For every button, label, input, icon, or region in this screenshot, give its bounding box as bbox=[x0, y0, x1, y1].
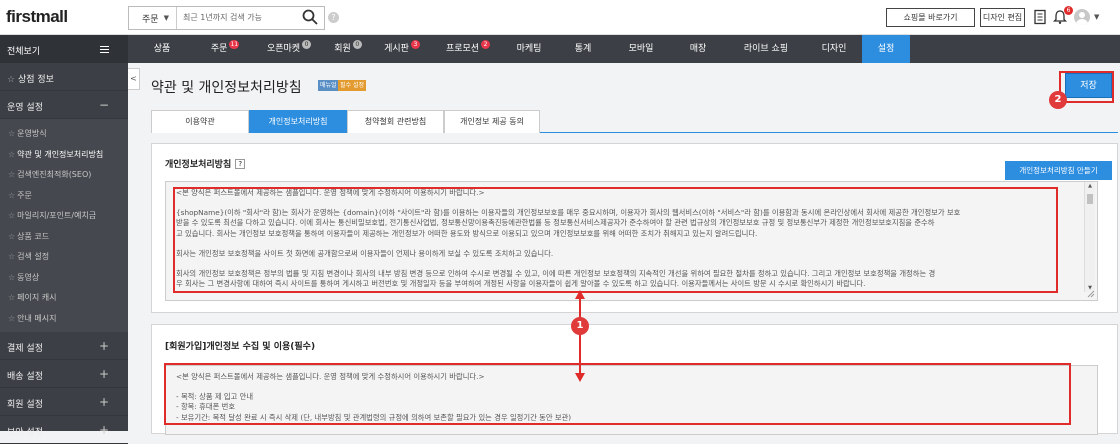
nav-design[interactable]: 디자인 bbox=[806, 35, 862, 63]
nav-orders[interactable]: 주문 11 bbox=[196, 35, 254, 63]
nav-store[interactable]: 매장 bbox=[670, 35, 726, 63]
help-icon[interactable]: ? bbox=[235, 159, 246, 169]
document-icon[interactable] bbox=[1032, 9, 1048, 25]
sidebar-item-mileage[interactable]: ☆ 마일리지/포인트/예치금 bbox=[0, 205, 128, 226]
required-setting-tag: 필수 설정 bbox=[338, 80, 366, 91]
nav-promotion[interactable]: 프로모션 2 bbox=[432, 35, 504, 63]
sidebar-section-payment[interactable]: 결제 설정 + bbox=[0, 332, 128, 360]
search-bar: 주문 ▼ 최근 1년까지 검색 가능 bbox=[128, 6, 325, 30]
member-text-highlight-box bbox=[164, 363, 1071, 425]
nav-badge: 0 bbox=[302, 40, 312, 49]
hamburger-icon[interactable] bbox=[100, 46, 109, 53]
nav-badge: 3 bbox=[410, 40, 420, 49]
tab-terms[interactable]: 이용약관 bbox=[151, 110, 249, 133]
nav-mobile[interactable]: 모바일 bbox=[612, 35, 670, 63]
manual-tag[interactable]: 매뉴얼 bbox=[318, 80, 339, 91]
design-edit-button[interactable]: 디자인 편집 bbox=[980, 8, 1025, 27]
page-title: 약관 및 개인정보처리방침 bbox=[151, 80, 302, 96]
member-panel-title: [회원가입]개인정보 수집 및 이용(필수) bbox=[165, 342, 316, 352]
sidebar-item-search-settings[interactable]: ☆ 검색 설정 bbox=[0, 246, 128, 267]
search-icon[interactable] bbox=[302, 9, 318, 25]
sidebar-item-operation-mode[interactable]: ☆ 운영방식 bbox=[0, 123, 128, 144]
nav-live-shopping[interactable]: 라이브 쇼핑 bbox=[726, 35, 806, 63]
tab-privacy-policy[interactable]: 개인정보처리방침 bbox=[249, 110, 347, 133]
search-scope-label: 주문 bbox=[142, 15, 159, 25]
search-input[interactable]: 최근 1년까지 검색 가능 bbox=[183, 12, 262, 23]
save-button[interactable]: 저장 bbox=[1065, 73, 1112, 98]
expand-icon[interactable]: + bbox=[99, 367, 109, 381]
sidebar: 전체보기 ☆ 상점 정보 운영 설정 − ☆ 운영방식 ☆ 약관 및 개인정보처리방침… bbox=[0, 35, 128, 444]
search-scope-select[interactable]: 주문 ▼ bbox=[129, 7, 177, 29]
expand-icon[interactable]: + bbox=[99, 339, 109, 353]
sidebar-section-shipping[interactable]: 배송 설정 + bbox=[0, 360, 128, 388]
sidebar-shop-info[interactable]: ☆ 상점 정보 bbox=[0, 63, 128, 91]
expand-icon[interactable]: + bbox=[99, 395, 109, 409]
sidebar-item-terms-privacy[interactable]: ☆ 약관 및 개인정보처리방침 bbox=[0, 144, 128, 165]
nav-badge: 2 bbox=[481, 40, 491, 49]
sidebar-item-guide-message[interactable]: ☆ 안내 메시지 bbox=[0, 308, 128, 329]
top-header: firstmall 주문 ▼ 최근 1년까지 검색 가능 ? 쇼핑몰 바로가기 디… bbox=[0, 0, 1120, 35]
step-marker-1: 1 bbox=[571, 317, 589, 335]
sidebar-collapse-handle[interactable]: < bbox=[128, 68, 140, 90]
collapse-icon[interactable]: − bbox=[99, 98, 109, 112]
privacy-text-highlight-box bbox=[173, 187, 1058, 293]
sidebar-item-order[interactable]: ☆ 주문 bbox=[0, 185, 128, 206]
make-privacy-policy-button[interactable]: 개인정보처리방침 만들기 bbox=[1005, 161, 1112, 180]
double-arrow-icon bbox=[575, 290, 585, 382]
sidebar-item-product-code[interactable]: ☆ 상품 코드 bbox=[0, 226, 128, 247]
sidebar-item-video[interactable]: ☆ 동영상 bbox=[0, 267, 128, 288]
search-help-icon[interactable]: ? bbox=[328, 12, 339, 23]
privacy-panel-title: 개인정보처리방침? bbox=[165, 157, 246, 170]
nav-products[interactable]: 상품 bbox=[128, 35, 196, 63]
logo[interactable]: firstmall bbox=[6, 7, 68, 27]
resize-handle-icon[interactable] bbox=[1087, 290, 1095, 298]
sidebar-all-menu[interactable]: 전체보기 bbox=[0, 35, 128, 63]
chevron-down-icon: ▼ bbox=[163, 14, 169, 22]
sidebar-item-seo[interactable]: ☆ 검색엔진최적화(SEO) bbox=[0, 164, 128, 185]
nav-badge: 11 bbox=[229, 40, 240, 49]
policy-tabs: 이용약관 개인정보처리방침 청약철회 관련방침 개인정보 제공 동의 bbox=[151, 110, 1118, 133]
nav-statistics[interactable]: 통계 bbox=[554, 35, 612, 63]
tab-withdrawal-policy[interactable]: 청약철회 관련방침 bbox=[347, 110, 444, 133]
nav-openmarket[interactable]: 오픈마켓 0 bbox=[254, 35, 324, 63]
sidebar-section-security[interactable]: 보안 설정 + bbox=[0, 416, 128, 444]
avatar[interactable] bbox=[1074, 9, 1090, 25]
sidebar-item-page-cache[interactable]: ☆ 페이지 캐시 bbox=[0, 287, 128, 308]
nav-marketing[interactable]: 마케팅 bbox=[504, 35, 554, 63]
sidebar-section-member[interactable]: 회원 설정 + bbox=[0, 388, 128, 416]
sidebar-submenu: ☆ 운영방식 ☆ 약관 및 개인정보처리방침 ☆ 검색엔진최적화(SEO) ☆ 주문 ☆… bbox=[0, 119, 128, 332]
nav-board[interactable]: 게시판 3 bbox=[372, 35, 432, 63]
tab-privacy-consent[interactable]: 개인정보 제공 동의 bbox=[444, 110, 540, 133]
textarea-scrollbar[interactable]: ▲ ▼ bbox=[1084, 182, 1095, 292]
nav-badge: 0 bbox=[352, 40, 362, 49]
notification-badge: 6 bbox=[1064, 6, 1073, 15]
shop-shortcut-button[interactable]: 쇼핑몰 바로가기 bbox=[886, 8, 975, 27]
main-nav: 상품 주문 11 오픈마켓 0 회원 0 게시판 3 프로모션 2 마케팅 통계 모바일 … bbox=[128, 35, 1120, 63]
account-chevron-icon[interactable]: ▼ bbox=[1094, 13, 1099, 21]
nav-members[interactable]: 회원 0 bbox=[324, 35, 372, 63]
star-icon[interactable]: ☆ bbox=[7, 75, 18, 85]
step-marker-2: 2 bbox=[1049, 91, 1067, 109]
nav-settings[interactable]: 설정 bbox=[862, 35, 910, 63]
sidebar-section-operations[interactable]: 운영 설정 − bbox=[0, 91, 128, 119]
expand-icon[interactable]: + bbox=[99, 423, 109, 437]
